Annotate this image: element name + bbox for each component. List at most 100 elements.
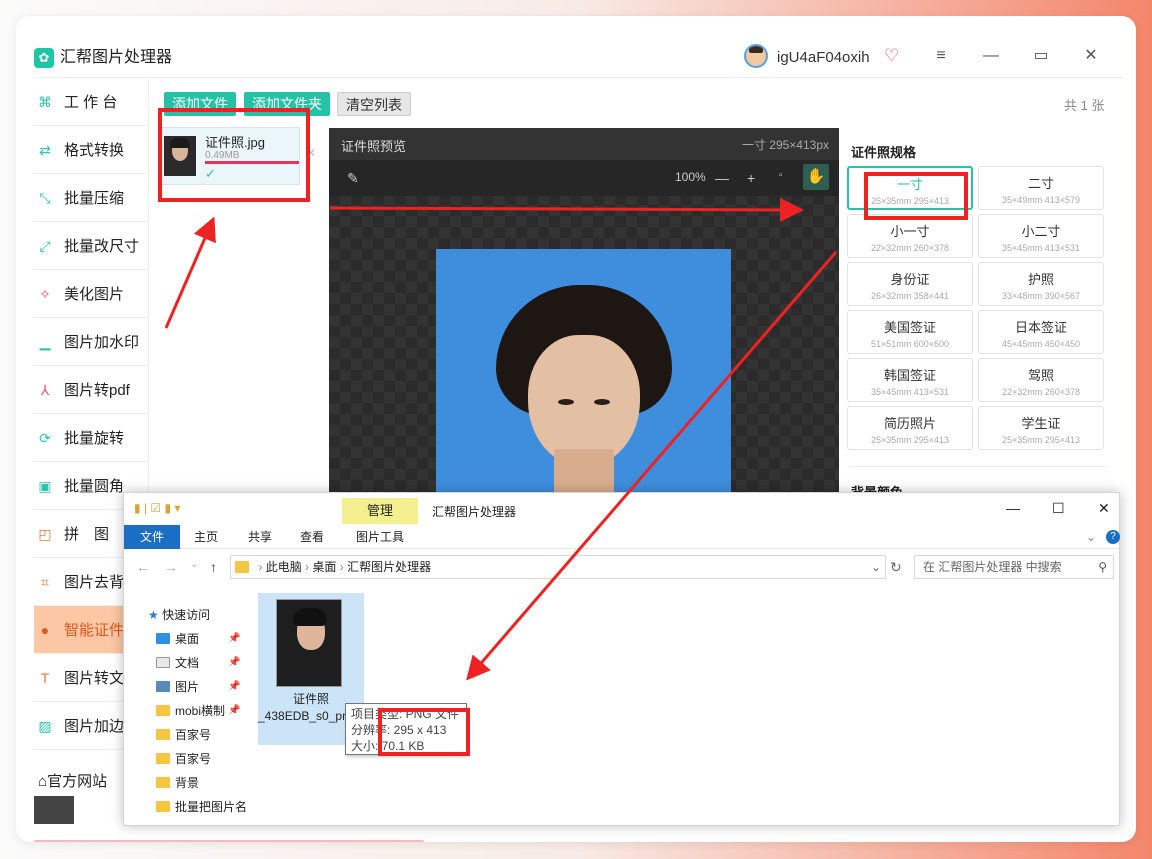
menu-button[interactable]: ≡: [930, 46, 952, 66]
sidebar-item-watermark[interactable]: ▁ 图片加水印: [34, 318, 148, 366]
explorer-close-button[interactable]: ✕: [1098, 500, 1110, 517]
up-icon[interactable]: ↑: [210, 559, 217, 575]
nav-item-label: 文档: [175, 656, 200, 670]
size-dim: 35×45mm 413×531: [870, 387, 950, 397]
sidebar-item-convert[interactable]: ⇄ 格式转换: [34, 126, 148, 174]
sidebar-item-workbench[interactable]: ⌘ 工 作 台: [34, 78, 148, 126]
tab-file[interactable]: 文件: [124, 525, 180, 549]
explorer-minimize-button[interactable]: —: [1006, 500, 1020, 516]
quick-access-toolbar-icon[interactable]: ▮ | ☑ ▮ ▾: [134, 501, 180, 515]
size-name: 二寸: [1027, 176, 1054, 191]
folder-icon: [156, 777, 170, 788]
size-name: 身份证: [890, 272, 930, 287]
recent-dropdown-icon[interactable]: ⌄: [190, 559, 198, 570]
breadcrumb-this-pc[interactable]: 此电脑: [266, 560, 302, 574]
zoom-in-button[interactable]: +: [747, 170, 755, 186]
tab-view[interactable]: 查看: [292, 525, 332, 549]
fit-icon[interactable]: ▫: [779, 170, 783, 181]
nav-item-folder[interactable]: mobi横制 📌: [156, 699, 240, 723]
sidebar-item-pdf[interactable]: ⅄ 图片转pdf: [34, 366, 148, 414]
size-option[interactable]: 小一寸 22×32mm 260×378: [847, 214, 973, 258]
breadcrumb-desktop[interactable]: 桌面: [312, 560, 336, 574]
minimize-button[interactable]: —: [980, 46, 1002, 66]
annotation-box-resolution: [378, 708, 470, 756]
forward-icon[interactable]: →: [164, 559, 178, 575]
refresh-icon[interactable]: ↻: [890, 559, 902, 576]
size-option[interactable]: 学生证 25×35mm 295×413: [978, 406, 1104, 450]
nav-item-folder[interactable]: 百家号: [156, 723, 211, 747]
edit-icon[interactable]: ✎: [347, 170, 359, 187]
size-dim: 45×45mm 450×450: [1001, 339, 1081, 349]
sidebar-item-rotate[interactable]: ⟳ 批量旋转: [34, 414, 148, 462]
breadcrumb-folder[interactable]: 汇帮图片处理器: [347, 560, 431, 574]
sidebar-item-beautify[interactable]: ✧ 美化图片: [34, 270, 148, 318]
address-dropdown-icon[interactable]: ⌄: [871, 556, 881, 578]
size-option[interactable]: 简历照片 25×35mm 295×413: [847, 406, 973, 450]
size-dim: 25×35mm 295×413: [870, 435, 950, 445]
size-name: 美国签证: [883, 320, 936, 335]
back-icon[interactable]: ←: [136, 559, 150, 575]
size-option[interactable]: 美国签证 51×51mm 600×600: [847, 310, 973, 354]
search-icon: ⚲: [1098, 560, 1107, 574]
search-input[interactable]: 在 汇帮图片处理器 中搜索 ⚲: [914, 555, 1114, 579]
preview-toolbar: ✎ 100% — + ▫: [329, 160, 839, 196]
username[interactable]: igU4aF04oxih: [777, 48, 870, 68]
sidebar-item-label: 批量压缩: [64, 190, 125, 207]
nav-item-quick-access[interactable]: ★ 快速访问: [148, 603, 210, 627]
help-icon[interactable]: ?: [1106, 530, 1120, 544]
sidebar-item-resize[interactable]: ⤢ 批量改尺寸: [34, 222, 148, 270]
folder-icon: [156, 705, 170, 716]
clear-list-button[interactable]: 清空列表: [337, 92, 411, 116]
round-corner-icon: ▣: [38, 477, 52, 494]
close-button[interactable]: ✕: [1080, 46, 1102, 66]
sidebar-item-label: 批量圆角: [64, 478, 125, 495]
sidebar-item-label: 图片加水印: [64, 334, 140, 351]
sidebar-item-label: 美化图片: [64, 286, 125, 303]
star-icon: ★: [148, 608, 163, 622]
size-option[interactable]: 护照 33×48mm 390×567: [978, 262, 1104, 306]
nav-item-pictures[interactable]: 图片 📌: [156, 675, 240, 699]
nav-item-folder[interactable]: 背景: [156, 771, 199, 795]
zoom-out-button[interactable]: —: [715, 170, 729, 186]
collage-icon: ◰: [38, 525, 52, 542]
size-dim: 35×45mm 413×531: [1001, 243, 1081, 253]
user-avatar[interactable]: [744, 44, 768, 68]
size-option[interactable]: 韩国签证 35×45mm 413×531: [847, 358, 973, 402]
address-bar[interactable]: › 此电脑 › 桌面 › 汇帮图片处理器 ⌄: [230, 555, 886, 579]
nav-item-documents[interactable]: 文档 📌: [156, 651, 240, 675]
photo-face: [528, 335, 640, 467]
ribbon-tabs: 文件 主页 共享 查看 图片工具 ⌄ ?: [124, 525, 1120, 549]
size-option[interactable]: 二寸 35×49mm 413×579: [978, 166, 1104, 210]
size-option[interactable]: 日本签证 45×45mm 450×450: [978, 310, 1104, 354]
tab-share[interactable]: 共享: [240, 525, 280, 549]
preview-panel: 证件照预览 一寸 295×413px ✎ 100% — + ▫ ✋: [329, 128, 839, 509]
size-option[interactable]: 小二寸 35×45mm 413×531: [978, 214, 1104, 258]
context-tab-manage[interactable]: 管理: [342, 498, 418, 524]
size-option[interactable]: 身份证 26×32mm 358×441: [847, 262, 973, 306]
sidebar-item-label: 拼 图: [64, 526, 110, 543]
file-item-thumbnail: [276, 599, 342, 687]
desktop-icon: [156, 633, 170, 644]
nav-item-desktop[interactable]: 桌面 📌: [156, 627, 240, 651]
explorer-maximize-button[interactable]: ☐: [1052, 500, 1065, 517]
hand-tool-icon[interactable]: ✋: [803, 164, 829, 190]
sidebar-item-compress[interactable]: ⤡ 批量压缩: [34, 174, 148, 222]
nav-item-folder[interactable]: 批量把图片名: [156, 795, 247, 819]
vip-badge-icon[interactable]: ♡: [884, 46, 899, 66]
sidebar-item-label: 图片转pdf: [64, 382, 130, 399]
watermark-icon: ▁: [39, 333, 51, 350]
tab-picture-tools[interactable]: 图片工具: [342, 525, 418, 549]
preview-size-label: 一寸 295×413px: [741, 138, 829, 152]
breadcrumb-separator-icon: ›: [339, 560, 348, 574]
ribbon-expand-icon[interactable]: ⌄: [1084, 525, 1098, 549]
nav-item-folder[interactable]: 百家号: [156, 747, 211, 771]
tab-home[interactable]: 主页: [186, 525, 226, 549]
nav-item-label: 图片: [175, 680, 200, 694]
maximize-button[interactable]: ▭: [1030, 46, 1052, 66]
nav-item-label: 批量把图片名: [175, 800, 248, 814]
nav-item-label: mobi横制: [175, 704, 226, 718]
size-option[interactable]: 驾照 22×32mm 260×378: [978, 358, 1104, 402]
sidebar-item-label: 批量旋转: [64, 430, 125, 447]
app-logo-icon: ✿: [34, 48, 54, 68]
official-site-link[interactable]: ⌂官方网站: [38, 770, 107, 791]
